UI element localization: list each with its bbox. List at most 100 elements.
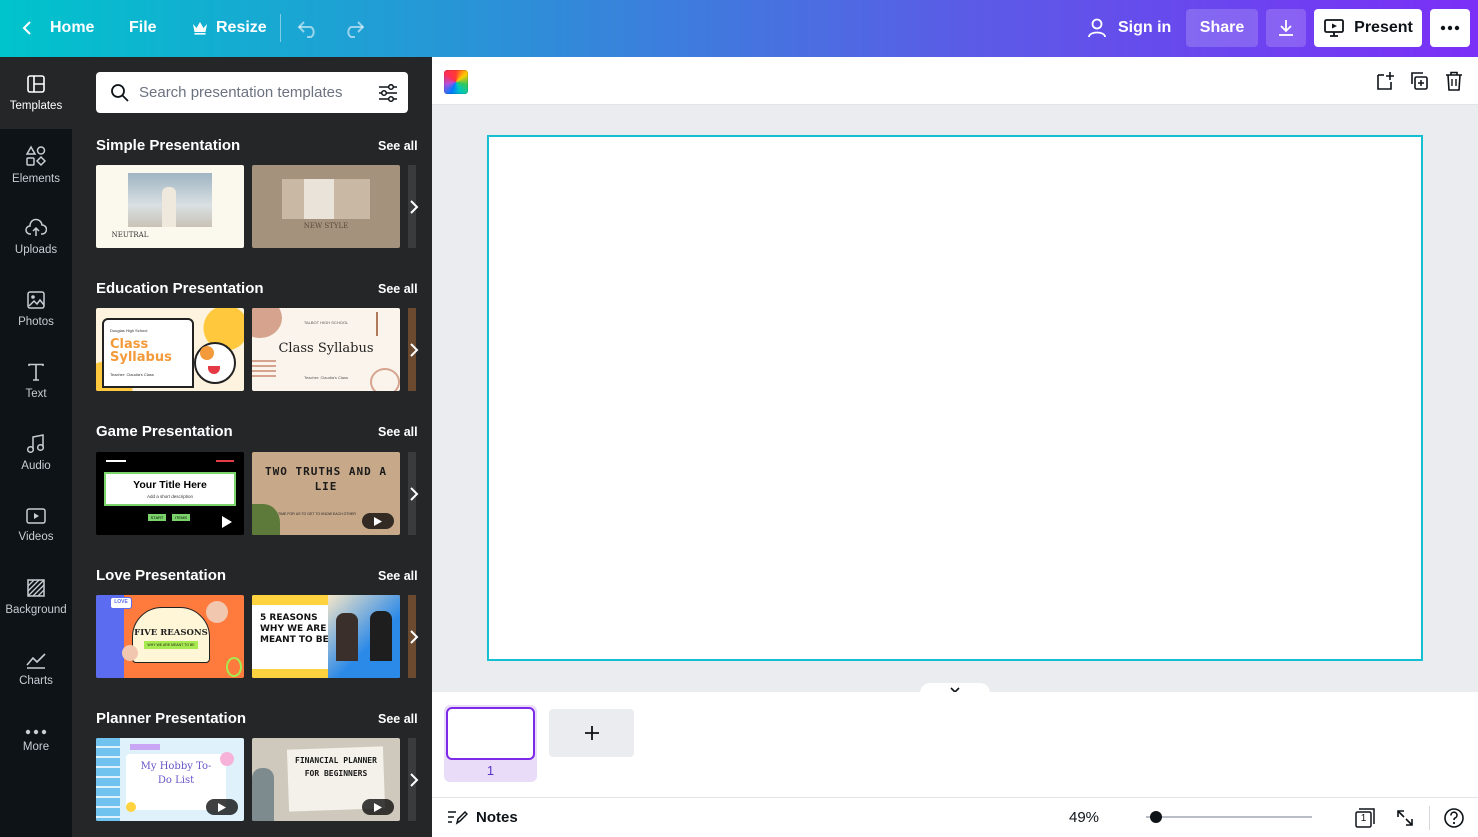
section-title-game: Game Presentation [96,423,233,440]
see-all-love-button[interactable]: See all [378,569,418,583]
rail-item-videos[interactable]: Videos [0,489,72,561]
notes-label: Notes [476,808,518,826]
template-title: FIVE REASONS [134,628,208,638]
rail-item-charts[interactable]: Charts [0,633,72,705]
video-play-badge [362,513,394,529]
template-thumb[interactable]: NEW STYLE [252,165,400,248]
chevron-right-icon [410,199,419,214]
template-title: NEW STYLE [303,222,349,230]
editor-toolbar [432,57,1478,105]
search-input[interactable] [139,81,359,103]
footer-bar: Notes 49% 1 [432,797,1478,837]
section-title-education: Education Presentation [96,280,264,297]
rail-item-background[interactable]: Background [0,561,72,633]
zoom-slider-thumb[interactable] [1149,811,1162,823]
sign-in-button[interactable]: Sign in [1086,10,1171,46]
see-all-simple-button[interactable]: See all [378,139,418,153]
redo-button[interactable] [342,10,366,46]
sign-in-label: Sign in [1118,19,1172,36]
present-icon [1324,19,1345,37]
page-count-button[interactable]: 1 [1354,807,1376,829]
file-label: File [129,19,157,36]
slide-canvas[interactable] [487,135,1423,661]
file-menu-button[interactable]: File [129,10,157,46]
page-thumbnail[interactable]: 1 [444,705,537,782]
user-icon [1088,18,1106,38]
duplicate-page-icon[interactable] [1408,70,1430,92]
section-title-love: Love Presentation [96,567,227,584]
fullscreen-icon[interactable] [1395,808,1415,828]
section-title-simple: Simple Presentation [96,137,241,154]
template-thumb[interactable]: TWO TRUTHS AND A LIE TIME FOR US TO GET … [252,452,400,535]
redo-icon [347,21,365,38]
chevron-right-icon [410,629,419,644]
see-all-education-button[interactable]: See all [378,282,418,296]
rail-item-elements[interactable]: Elements [0,129,72,201]
template-title: TWO TRUTHS AND A LIE [265,465,387,493]
zoom-slider-track[interactable] [1146,816,1312,818]
more-options-button[interactable] [1430,9,1470,47]
template-thumb[interactable]: My Hobby To-Do List [96,738,244,821]
delete-page-icon[interactable] [1444,70,1464,92]
template-thumb[interactable]: Douglas High School Class Syllabus Teach… [96,308,244,391]
download-button[interactable] [1266,9,1306,47]
template-thumb[interactable]: TALBOT HIGH SCHOOL Class Syllabus Teache… [252,308,400,391]
side-rail: Templates Elements Uploads Photos Text A… [0,57,72,837]
share-button[interactable]: Share [1186,9,1258,47]
share-label: Share [1199,19,1245,36]
download-icon [1279,20,1293,36]
scroll-right-button[interactable] [404,308,424,391]
template-thumb[interactable]: 5 REASONS WHY WE ARE MEANT TO BE [252,595,400,678]
canvas-area [432,105,1478,692]
templates-icon [27,75,45,93]
rail-label: Photos [18,316,54,328]
see-all-game-button[interactable]: See all [378,425,418,439]
rail-item-templates[interactable]: Templates [0,57,72,129]
scroll-right-button[interactable] [404,452,424,535]
notes-button[interactable]: Notes [446,808,518,826]
resize-button[interactable]: Resize [192,10,267,46]
add-page-icon[interactable] [1374,70,1396,92]
template-thumb[interactable]: FINANCIAL PLANNER FOR BEGINNERS [252,738,400,821]
rail-item-uploads[interactable]: Uploads [0,201,72,273]
template-title: Class Syllabus [110,337,172,365]
charts-icon [26,653,46,669]
more-icon [25,729,47,735]
zoom-percentage[interactable]: 49% [1069,809,1099,826]
text-icon [28,363,44,381]
color-picker-button[interactable] [444,70,468,94]
undo-button[interactable] [296,10,320,46]
scroll-right-button[interactable] [404,165,424,248]
plus-icon [584,726,599,740]
template-thumb[interactable]: NEUTRAL [96,165,244,248]
scroll-right-button[interactable] [404,738,424,821]
rail-item-audio[interactable]: Audio [0,417,72,489]
template-thumb[interactable]: LOVE FIVE REASONS WHY WE ARE MEANT TO BE [96,595,244,678]
rail-item-text[interactable]: Text [0,345,72,417]
template-title: NEUTRAL [111,231,149,239]
scroll-right-button[interactable] [404,595,424,678]
rail-label: Videos [18,531,54,543]
home-button[interactable]: Home [20,10,94,46]
rail-label: Text [25,388,47,400]
template-thumb[interactable]: Your Title Here Add a short description … [96,452,244,535]
help-icon[interactable] [1443,807,1465,829]
present-button[interactable]: Present [1314,9,1422,47]
template-title: Class Syllabus [278,341,374,356]
rail-label: Audio [21,460,51,472]
template-school: TALBOT HIGH SCHOOL [303,320,349,325]
see-all-planner-button[interactable]: See all [378,712,418,726]
play-icon [222,516,232,528]
play-icon [374,516,382,526]
filter-icon[interactable] [378,84,398,102]
pages-strip: 1 [432,692,1478,797]
rail-item-photos[interactable]: Photos [0,273,72,345]
crown-icon [193,22,207,35]
add-page-button[interactable] [549,709,634,757]
video-play-badge [206,799,238,815]
rail-item-more[interactable]: More [0,705,72,777]
search-box [96,72,408,113]
template-badge: LOVE [110,597,132,609]
template-subtitle: Teacher: Claudia's Class [304,375,348,380]
page-preview [446,707,535,760]
